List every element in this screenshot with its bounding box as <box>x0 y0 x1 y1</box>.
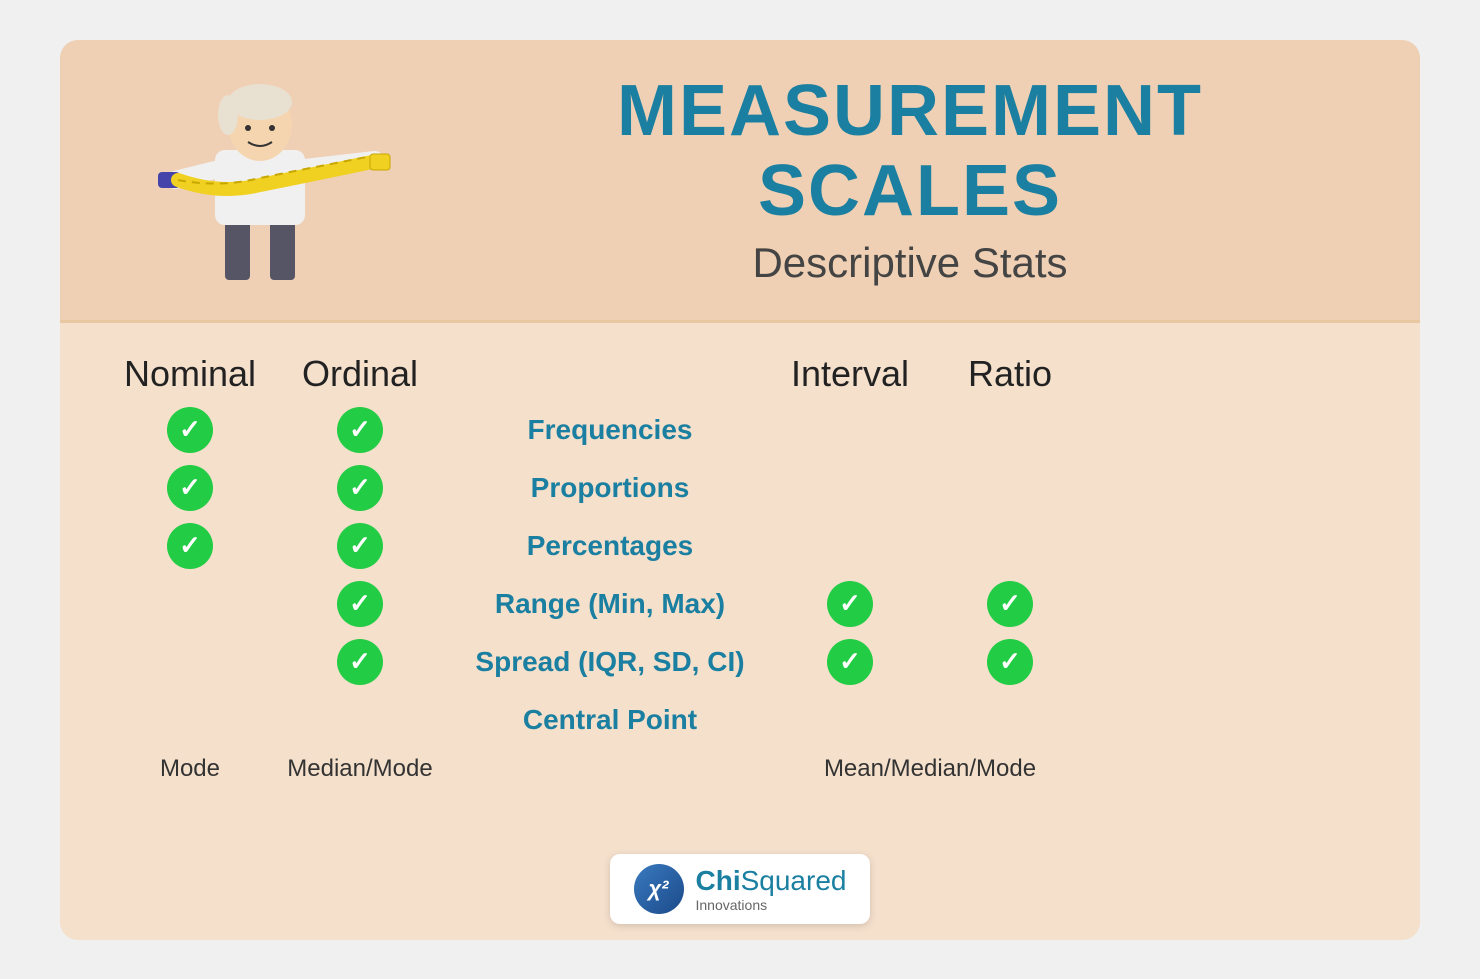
ordinal-central-empty <box>337 697 383 743</box>
interval-central-empty <box>827 697 873 743</box>
interval-percentages-empty <box>827 523 873 569</box>
header-text-area: MEASUREMENT SCALES Descriptive Stats <box>420 72 1360 286</box>
nominal-range-empty <box>167 581 213 627</box>
row-label-frequencies: Frequencies <box>528 414 693 446</box>
nominal-percentages-check: ✓ <box>167 523 213 569</box>
logo-name: ChiSquared <box>696 865 847 897</box>
check-icon: ✓ <box>337 407 383 453</box>
row-label-range: Range (Min, Max) <box>495 588 725 620</box>
row-label-spread: Spread (IQR, SD, CI) <box>475 646 744 678</box>
nominal-frequencies-check: ✓ <box>167 407 213 453</box>
ratio-proportions-empty <box>987 465 1033 511</box>
check-icon: ✓ <box>987 581 1033 627</box>
ratio-percentages-empty <box>987 523 1033 569</box>
ordinal-range-check: ✓ <box>337 581 383 627</box>
person-illustration <box>120 60 400 300</box>
footer-section: χ² ChiSquared Innovations <box>60 838 1420 940</box>
interval-frequencies-empty <box>827 407 873 453</box>
check-icon: ✓ <box>337 523 383 569</box>
row-label-central: Central Point <box>523 704 697 736</box>
check-icon: ✓ <box>827 581 873 627</box>
col-header-ordinal: Ordinal <box>302 353 418 395</box>
check-icon: ✓ <box>337 581 383 627</box>
interval-spread-check: ✓ <box>827 639 873 685</box>
content-section: Nominal Ordinal Interval Ratio ✓ ✓ Frequ… <box>60 323 1420 838</box>
logo-text: ChiSquared Innovations <box>696 865 847 913</box>
bottom-label-ordinal: Median/Mode <box>287 755 432 783</box>
ordinal-spread-check: ✓ <box>337 639 383 685</box>
col-header-ratio: Ratio <box>968 353 1052 395</box>
check-icon: ✓ <box>167 523 213 569</box>
nominal-spread-empty <box>167 639 213 685</box>
ordinal-percentages-check: ✓ <box>337 523 383 569</box>
col-header-interval: Interval <box>791 353 909 395</box>
ordinal-proportions-check: ✓ <box>337 465 383 511</box>
check-icon: ✓ <box>167 465 213 511</box>
illustration-area <box>100 60 420 300</box>
data-grid: Nominal Ordinal Interval Ratio ✓ ✓ Frequ… <box>120 353 1360 783</box>
ratio-frequencies-empty <box>987 407 1033 453</box>
bottom-label-interval-ratio: Mean/Median/Mode <box>824 755 1036 783</box>
row-label-proportions: Proportions <box>531 472 690 504</box>
check-icon: ✓ <box>987 639 1033 685</box>
nominal-proportions-check: ✓ <box>167 465 213 511</box>
nominal-central-empty <box>167 697 213 743</box>
main-card: MEASUREMENT SCALES Descriptive Stats Nom… <box>60 40 1420 940</box>
interval-range-check: ✓ <box>827 581 873 627</box>
main-title: MEASUREMENT SCALES <box>460 72 1360 230</box>
check-icon: ✓ <box>167 407 213 453</box>
check-icon: ✓ <box>337 465 383 511</box>
ratio-central-empty <box>987 697 1033 743</box>
header-section: MEASUREMENT SCALES Descriptive Stats <box>60 40 1420 323</box>
logo-subtitle: Innovations <box>696 897 847 913</box>
row-label-percentages: Percentages <box>527 530 694 562</box>
subtitle: Descriptive Stats <box>460 239 1360 287</box>
col-header-nominal: Nominal <box>124 353 256 395</box>
logo-box: χ² ChiSquared Innovations <box>610 854 871 924</box>
check-icon: ✓ <box>827 639 873 685</box>
ordinal-frequencies-check: ✓ <box>337 407 383 453</box>
check-icon: ✓ <box>337 639 383 685</box>
ratio-range-check: ✓ <box>987 581 1033 627</box>
ratio-spread-check: ✓ <box>987 639 1033 685</box>
interval-proportions-empty <box>827 465 873 511</box>
bottom-label-nominal: Mode <box>160 755 220 783</box>
logo-icon: χ² <box>634 864 684 914</box>
